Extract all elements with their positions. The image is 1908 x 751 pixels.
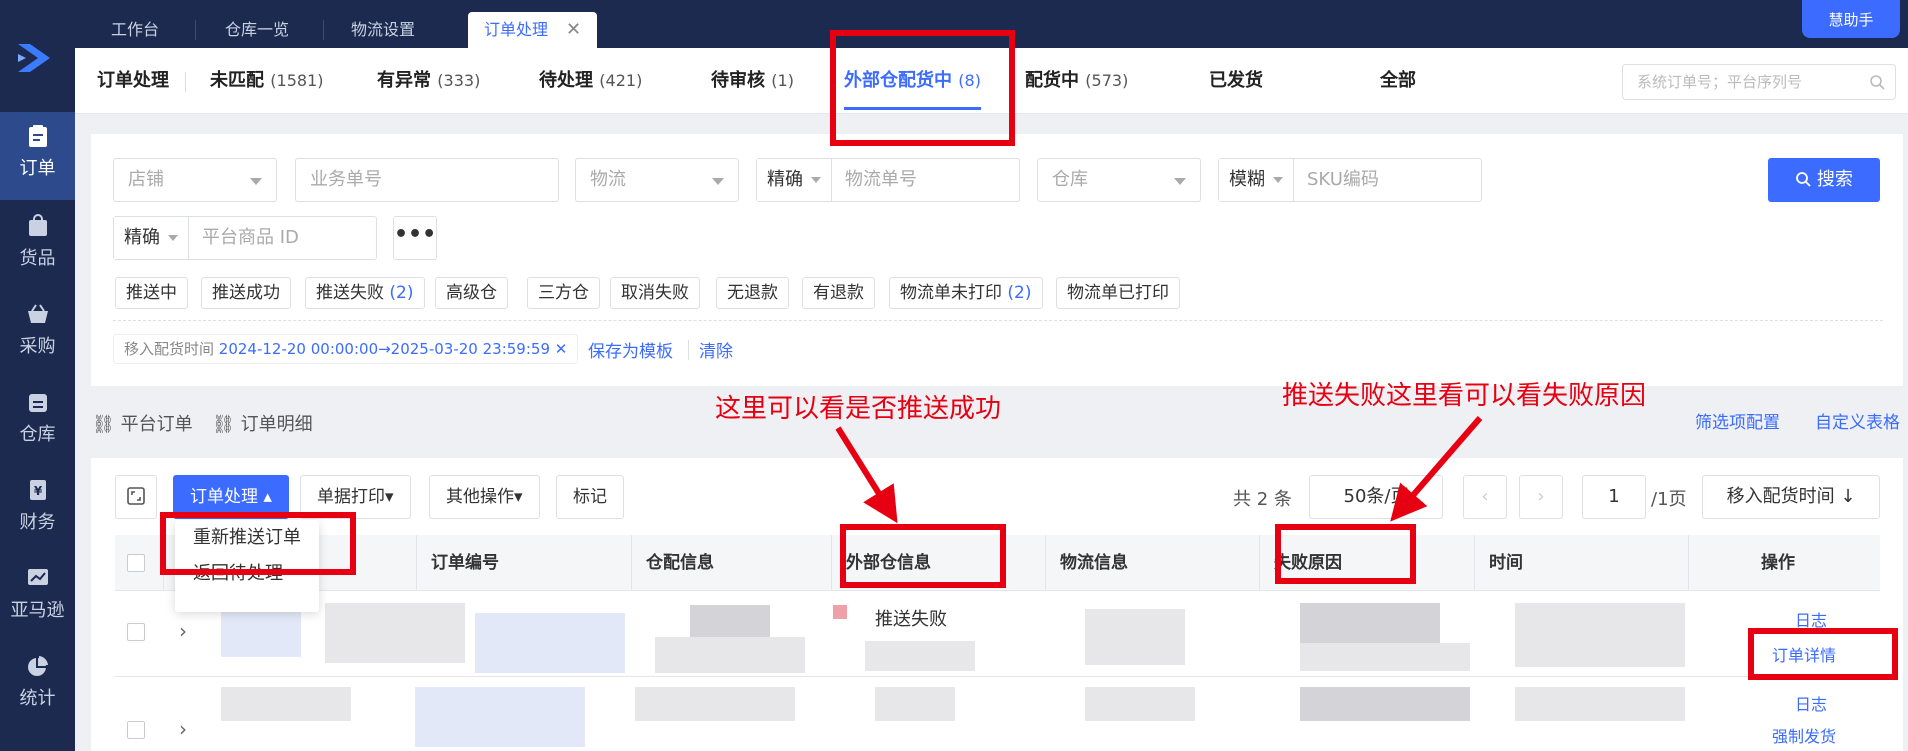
arrow-to-external-info <box>835 426 898 524</box>
arrow-to-failure-reason <box>1390 416 1483 522</box>
annotation-arrows <box>835 416 1483 524</box>
